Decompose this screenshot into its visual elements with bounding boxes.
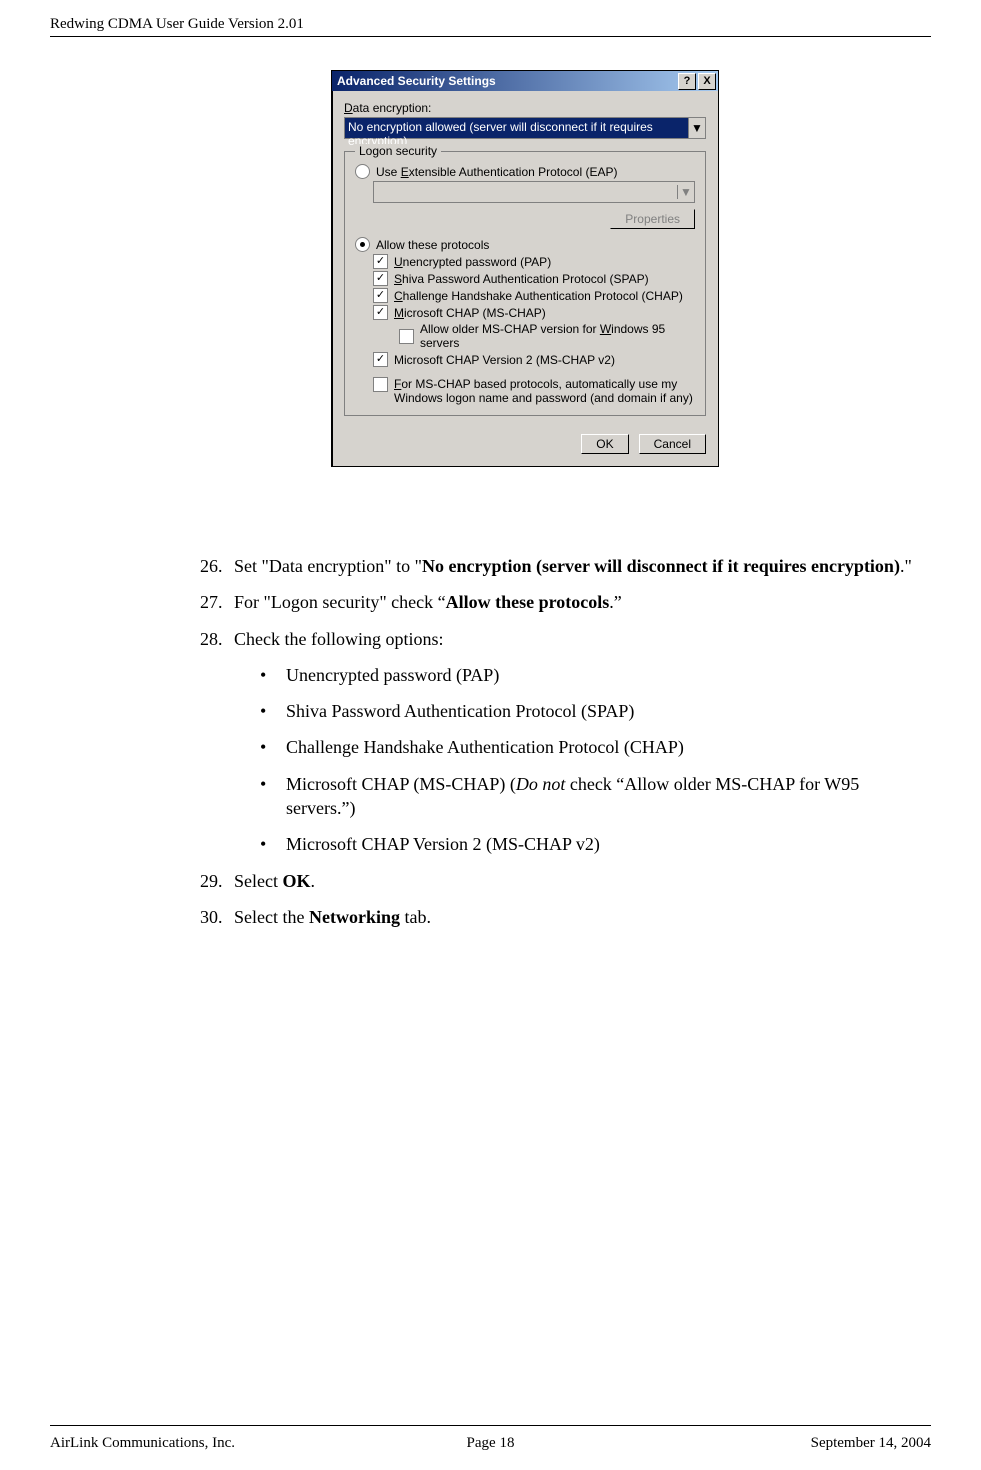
footer-right: September 14, 2004 (637, 1435, 931, 1452)
encryption-dropdown[interactable]: No encryption allowed (server will disco… (344, 117, 706, 139)
bullet-icon: • (260, 772, 286, 821)
bullet-text: Microsoft CHAP Version 2 (MS-CHAP v2) (286, 832, 931, 856)
pap-checkbox[interactable]: ✓ (373, 254, 388, 269)
spap-label: Shiva Password Authentication Protocol (… (394, 272, 649, 286)
eap-type-dropdown: ▼ (373, 181, 695, 203)
chevron-down-icon[interactable]: ▼ (688, 118, 705, 138)
auto-logon-checkbox[interactable] (373, 377, 388, 392)
mschapv2-label: Microsoft CHAP Version 2 (MS-CHAP v2) (394, 353, 615, 367)
fieldset-legend: Logon security (355, 144, 441, 158)
step-number: 30. (200, 905, 234, 929)
step-number: 26. (200, 554, 234, 578)
step-number: 27. (200, 590, 234, 614)
ok-button[interactable]: OK (581, 434, 628, 454)
header-rule (50, 36, 931, 37)
eap-label: Use Extensible Authentication Protocol (… (376, 165, 617, 179)
properties-button: Properties (610, 209, 695, 229)
advanced-security-dialog: Advanced Security Settings ? X Data encr… (331, 70, 719, 467)
step-number: 28. (200, 627, 234, 651)
mschap-checkbox[interactable]: ✓ (373, 305, 388, 320)
logon-security-fieldset: Logon security Use Extensible Authentica… (344, 151, 706, 416)
older-mschap-checkbox[interactable] (399, 329, 414, 344)
eap-radio[interactable] (355, 164, 370, 179)
step-text: Check the following options: (234, 627, 931, 651)
bullet-text: Microsoft CHAP (MS-CHAP) (Do not check “… (286, 772, 931, 821)
bullet-icon: • (260, 663, 286, 687)
mschapv2-checkbox[interactable]: ✓ (373, 352, 388, 367)
bullet-text: Challenge Handshake Authentication Proto… (286, 735, 931, 759)
bullet-icon: • (260, 699, 286, 723)
spap-checkbox[interactable]: ✓ (373, 271, 388, 286)
footer-left: AirLink Communications, Inc. (50, 1435, 344, 1452)
step-text: Select the Networking tab. (234, 905, 931, 929)
doc-header: Redwing CDMA User Guide Version 2.01 (50, 16, 931, 33)
chap-checkbox[interactable]: ✓ (373, 288, 388, 303)
chap-label: Challenge Handshake Authentication Proto… (394, 289, 683, 303)
encryption-value: No encryption allowed (server will disco… (345, 118, 688, 138)
cancel-button[interactable]: Cancel (639, 434, 706, 454)
bullet-icon: • (260, 735, 286, 759)
pap-label: Unencrypted password (PAP) (394, 255, 551, 269)
step-text: Set "Data encryption" to "No encryption … (234, 554, 931, 578)
bullet-text: Unencrypted password (PAP) (286, 663, 931, 687)
encryption-label: Data encryption: (344, 101, 706, 115)
bullet-icon: • (260, 832, 286, 856)
allow-protocols-radio[interactable] (355, 237, 370, 252)
allow-protocols-label: Allow these protocols (376, 238, 489, 252)
bullet-text: Shiva Password Authentication Protocol (… (286, 699, 931, 723)
chevron-down-icon: ▼ (677, 185, 694, 199)
step-text: Select OK. (234, 869, 931, 893)
auto-logon-label: For MS-CHAP based protocols, automatical… (394, 377, 695, 405)
step-text: For "Logon security" check “Allow these … (234, 590, 931, 614)
dialog-titlebar[interactable]: Advanced Security Settings ? X (332, 71, 718, 91)
footer-center: Page 18 (344, 1435, 638, 1452)
older-mschap-label: Allow older MS-CHAP version for Windows … (420, 322, 695, 350)
help-icon[interactable]: ? (678, 73, 696, 90)
close-icon[interactable]: X (698, 73, 716, 90)
doc-footer: AirLink Communications, Inc. Page 18 Sep… (50, 1435, 931, 1452)
footer-rule (50, 1425, 931, 1426)
dialog-title-text: Advanced Security Settings (334, 74, 676, 88)
instruction-content: 26.Set "Data encryption" to "No encrypti… (200, 554, 931, 941)
step-number: 29. (200, 869, 234, 893)
mschap-label: Microsoft CHAP (MS-CHAP) (394, 306, 546, 320)
